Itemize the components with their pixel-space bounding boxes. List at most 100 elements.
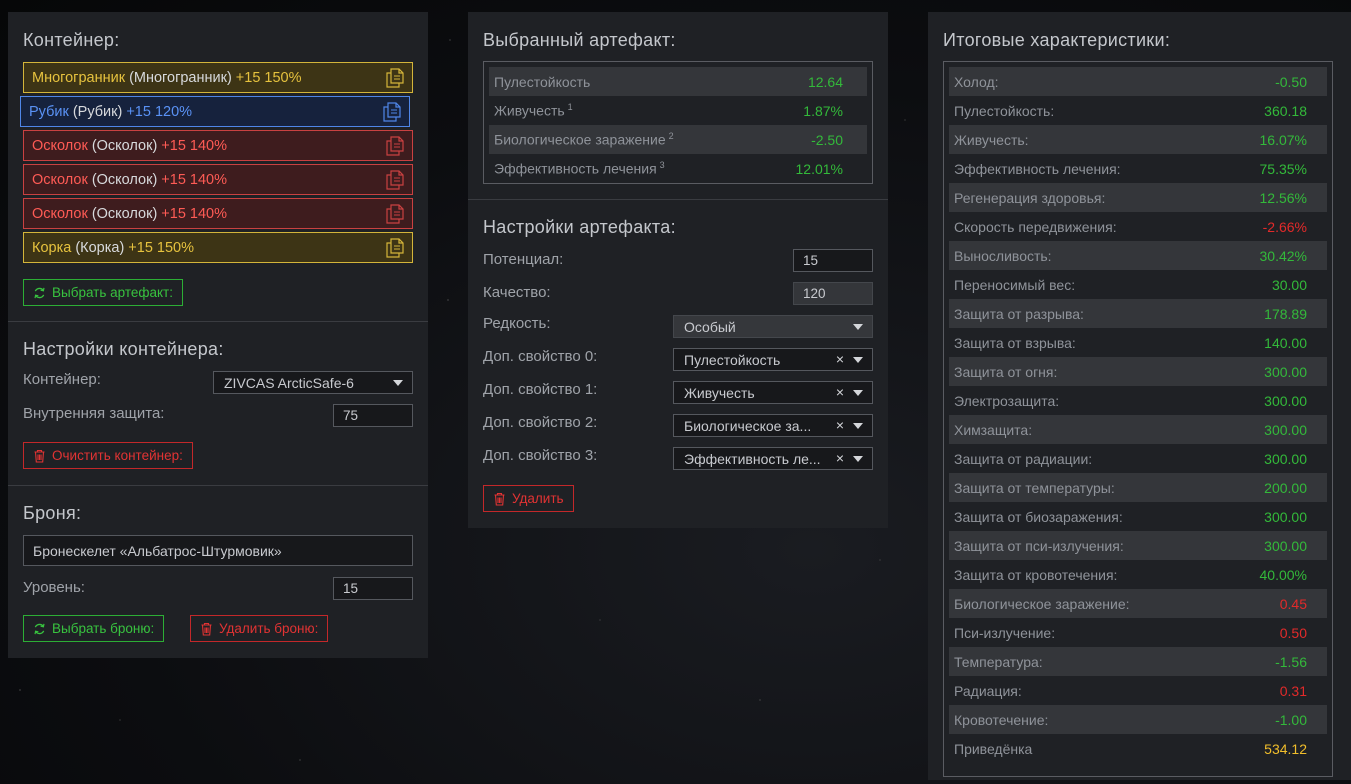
artifact-slot-name: Осколок: [32, 205, 88, 222]
stat-footnote: 2: [668, 131, 674, 142]
trash-icon: [201, 622, 212, 636]
artifact-slot[interactable]: Осколок (Осколок) +15 140%: [23, 130, 413, 161]
potential-label: Потенциал:: [483, 251, 564, 268]
artifact-slot-original: (Осколок): [91, 205, 158, 222]
artifact-slot-original: (Рубик): [72, 103, 123, 120]
total-stat-value: 30.42%: [1259, 247, 1307, 264]
delete-artifact-button[interactable]: Удалить: [483, 485, 574, 512]
total-stat-row: Пси-излучение: 0.50: [949, 618, 1327, 647]
extra-property-value: Живучесть: [684, 384, 755, 401]
total-stat-row: Защита от пси-излучения: 300.00: [949, 531, 1327, 560]
artifact-stats-table: Пулестойкость 12.64 Живучесть 1 1.87% Биологи…: [483, 61, 873, 184]
artifact-slot-name: Многогранник: [32, 69, 126, 86]
total-stat-name: Защита от разрыва:: [954, 305, 1084, 322]
armor-title: Броня:: [23, 503, 82, 523]
select-artifact-button[interactable]: Выбрать артефакт:: [23, 279, 183, 306]
clear-container-label: Очистить контейнер:: [52, 448, 183, 463]
chevron-down-icon: [853, 423, 863, 429]
totals-table: Холод: -0.50 Пулестойкость: 360.18 Живучесть…: [943, 61, 1333, 777]
clear-container-button[interactable]: Очистить контейнер:: [23, 442, 193, 469]
total-stat-value: 0.50: [1279, 624, 1307, 641]
container-select[interactable]: ZIVCAS ArcticSafe-6: [213, 371, 413, 394]
artifact-slot-name: Корка: [32, 239, 72, 256]
total-stat-row: Кровотечение: -1.00: [949, 705, 1327, 734]
chevron-down-icon: [393, 380, 403, 386]
total-stat-name: Холод:: [954, 73, 999, 90]
armor-name-field[interactable]: Бронескелет «Альбатрос-Штурмовик»: [23, 535, 413, 566]
total-stat-row: Защита от взрыва: 140.00: [949, 328, 1327, 357]
stat-name: Эффективность лечения 3: [494, 160, 665, 177]
artifact-slot-original: (Осколок): [91, 137, 158, 154]
artifact-settings-title: Настройки артефакта:: [483, 217, 676, 237]
stat-value: 12.01%: [795, 160, 843, 177]
copy-icon[interactable]: [386, 204, 404, 224]
total-stat-value: -1.00: [1275, 711, 1307, 728]
artifact-slot-name: Осколок: [32, 171, 88, 188]
artifact-slot[interactable]: Осколок (Осколок) +15 140%: [23, 198, 413, 229]
chevron-down-icon: [853, 324, 863, 330]
inner-protection-label: Внутренняя защита:: [23, 405, 165, 422]
total-stat-row: Регенерация здоровья: 12.56%: [949, 183, 1327, 212]
potential-value: 15: [803, 253, 819, 268]
total-stat-name: Приведёнка: [954, 740, 1033, 757]
total-stat-name: Переносимый вес:: [954, 276, 1076, 293]
inner-protection-value: 75: [343, 408, 359, 423]
select-armor-button[interactable]: Выбрать броню:: [23, 615, 165, 642]
quality-input[interactable]: 120: [793, 282, 873, 305]
copy-icon[interactable]: [386, 68, 404, 88]
total-stat-name: Пулестойкость:: [954, 102, 1055, 119]
total-stat-name: Защита от пси-излучения:: [954, 537, 1124, 554]
copy-icon[interactable]: [386, 136, 404, 156]
total-stat-row: Защита от огня: 300.00: [949, 357, 1327, 386]
copy-icon[interactable]: [386, 170, 404, 190]
container-select-label: Контейнер:: [23, 371, 101, 388]
artifact-slot-level: +15 140%: [161, 171, 228, 188]
total-stat-row: Биологическое заражение: 0.45: [949, 589, 1327, 618]
rarity-select[interactable]: Особый: [673, 315, 873, 338]
total-stat-value: -2.66%: [1262, 218, 1307, 235]
total-stat-row: Холод: -0.50: [949, 67, 1327, 96]
artifact-title: Выбранный артефакт:: [483, 30, 676, 50]
total-stat-value: 300.00: [1264, 450, 1307, 467]
total-stat-name: Защита от кровотечения:: [954, 566, 1118, 583]
extra-property-value: Пулестойкость: [684, 351, 781, 368]
total-stat-name: Защита от радиации:: [954, 450, 1093, 467]
total-stat-row: Пулестойкость: 360.18: [949, 96, 1327, 125]
extra-property-label: Доп. свойство 2:: [483, 414, 598, 431]
container-select-value: ZIVCAS ArcticSafe-6: [224, 374, 354, 391]
total-stat-value: 178.89: [1264, 305, 1307, 322]
total-stat-value: 300.00: [1264, 421, 1307, 438]
artifact-slot[interactable]: Рубик (Рубик) +15 120%: [20, 96, 410, 127]
container-settings-title: Настройки контейнера:: [23, 339, 224, 359]
artifact-slot[interactable]: Осколок (Осколок) +15 140%: [23, 164, 413, 195]
artifact-slot[interactable]: Многогранник (Многогранник) +15 150%: [23, 62, 413, 93]
delete-armor-button[interactable]: Удалить броню:: [190, 615, 329, 642]
extra-property-select[interactable]: Живучесть ×: [673, 381, 873, 404]
stat-row: Пулестойкость 12.64: [489, 67, 867, 96]
clear-icon[interactable]: ×: [836, 351, 844, 367]
total-stat-value: 75.35%: [1259, 160, 1307, 177]
clear-icon[interactable]: ×: [836, 450, 844, 466]
total-stat-row: Скорость передвижения: -2.66%: [949, 212, 1327, 241]
extra-property-select[interactable]: Эффективность ле... ×: [673, 447, 873, 470]
stat-name: Биологическое заражение 2: [494, 131, 674, 148]
copy-icon[interactable]: [386, 238, 404, 258]
armor-level-input[interactable]: 15: [333, 577, 413, 600]
total-stat-row: Переносимый вес: 30.00: [949, 270, 1327, 299]
clear-icon[interactable]: ×: [836, 384, 844, 400]
total-stat-name: Регенерация здоровья:: [954, 189, 1106, 206]
copy-icon[interactable]: [383, 102, 401, 122]
total-stat-row: Радиация: 0.31: [949, 676, 1327, 705]
inner-protection-input[interactable]: 75: [333, 404, 413, 427]
stat-value: -2.50: [811, 131, 843, 148]
extra-property-select[interactable]: Пулестойкость ×: [673, 348, 873, 371]
stat-row: Биологическое заражение 2 -2.50: [489, 125, 867, 154]
clear-icon[interactable]: ×: [836, 417, 844, 433]
trash-icon: [34, 449, 45, 463]
total-stat-name: Эффективность лечения:: [954, 160, 1121, 177]
artifact-slot[interactable]: Корка (Корка) +15 150%: [23, 232, 413, 263]
extra-property-select[interactable]: Биологическое за... ×: [673, 414, 873, 437]
total-stat-name: Выносливость:: [954, 247, 1052, 264]
potential-input[interactable]: 15: [793, 249, 873, 272]
refresh-icon: [34, 287, 45, 298]
